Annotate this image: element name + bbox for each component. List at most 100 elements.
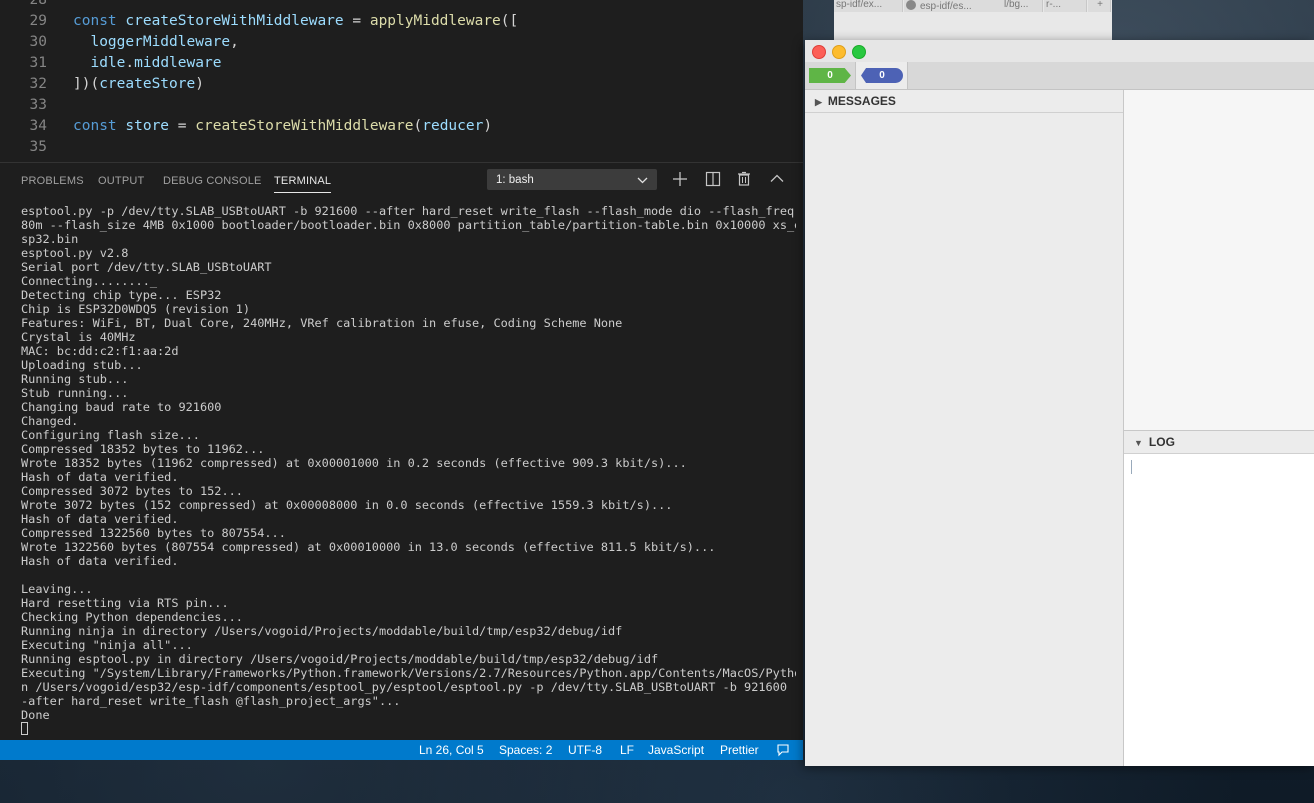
add-terminal-icon[interactable] bbox=[669, 168, 691, 190]
terminal-line: Running esptool.py in directory /Users/v… bbox=[21, 652, 659, 666]
cursor-position[interactable]: Ln 26, Col 5 bbox=[419, 740, 484, 760]
line-number: 29 bbox=[29, 13, 47, 29]
terminal-line: MAC: bc:dd:c2:f1:aa:2d bbox=[21, 344, 179, 358]
terminal-line: Crystal is 40MHz bbox=[21, 330, 136, 344]
new-tab-button[interactable]: + bbox=[1088, 0, 1111, 12]
terminal-line: Changed. bbox=[21, 414, 79, 428]
terminal-prompt[interactable] bbox=[21, 722, 796, 736]
terminal-line: Done bbox=[21, 708, 50, 722]
message-count-badge[interactable]: 0 bbox=[861, 68, 903, 83]
code-text: const store = createStoreWithMiddleware(… bbox=[73, 118, 493, 134]
terminal-line: Configuring flash size... bbox=[21, 428, 200, 442]
terminal-line: Executing "/System/Library/Frameworks/Py… bbox=[21, 666, 796, 680]
disclosure-down-icon: ▼ bbox=[1134, 438, 1143, 448]
terminal-line: Executing "ninja all"... bbox=[21, 638, 193, 652]
text-caret bbox=[1131, 460, 1132, 474]
terminal-selector-value: 1: bash bbox=[496, 174, 534, 186]
terminal-line: Compressed 1322560 bytes to 807554... bbox=[21, 526, 286, 540]
tab-debug-console[interactable]: DEBUG CONSOLE bbox=[163, 163, 262, 199]
terminal-line: Compressed 3072 bytes to 152... bbox=[21, 484, 243, 498]
tab-output[interactable]: OUTPUT bbox=[98, 163, 144, 199]
terminal-line: esptool.py v2.8 bbox=[21, 246, 129, 260]
terminal-line: Hash of data verified. bbox=[21, 470, 179, 484]
terminal-line: Hash of data verified. bbox=[21, 512, 179, 526]
tab-problems[interactable]: PROBLEMS bbox=[21, 163, 84, 199]
background-tab[interactable]: r-... bbox=[1044, 0, 1087, 12]
background-window-tabs: sp-idf/ex... esp-idf/es... l/bg... r-...… bbox=[834, 0, 1112, 40]
terminal-cursor bbox=[21, 722, 28, 735]
terminal-line: Features: WiFi, BT, Dual Core, 240MHz, V… bbox=[21, 316, 623, 330]
minimize-button[interactable] bbox=[832, 45, 846, 59]
code-text: loggerMiddleware, bbox=[90, 34, 239, 50]
terminal-line: Leaving... bbox=[21, 582, 93, 596]
code-editor[interactable]: 28 29 const createStoreWithMiddleware = ap… bbox=[0, 0, 803, 162]
background-tab[interactable]: l/bg... bbox=[1002, 0, 1043, 12]
prettier-status[interactable]: Prettier bbox=[720, 740, 759, 760]
eol-setting[interactable]: LF bbox=[620, 740, 634, 760]
terminal-line: Running ninja in directory /Users/vogoid… bbox=[21, 624, 623, 638]
terminal-line: Hash of data verified. bbox=[21, 554, 179, 568]
code-text: const createStoreWithMiddleware = applyM… bbox=[73, 13, 519, 29]
terminal-line: Checking Python dependencies... bbox=[21, 610, 243, 624]
terminal-line: Serial port /dev/tty.SLAB_USBtoUART bbox=[21, 260, 272, 274]
terminal-line: Wrote 1322560 bytes (807554 compressed) … bbox=[21, 540, 716, 554]
terminal-output[interactable]: esptool.py -p /dev/tty.SLAB_USBtoUART -b… bbox=[21, 204, 796, 740]
terminal-line: esptool.py -p /dev/tty.SLAB_USBtoUART -b… bbox=[21, 204, 795, 218]
chevron-up-icon[interactable] bbox=[766, 168, 788, 190]
zoom-button[interactable] bbox=[852, 45, 866, 59]
terminal-line: Wrote 3072 bytes (152 compressed) at 0x0… bbox=[21, 498, 673, 512]
debugger-window: 0 0 ▶ MESSAGES ▼ LOG bbox=[805, 40, 1314, 766]
debugger-titlebar bbox=[805, 40, 1314, 62]
background-tab-label: esp-idf/es... bbox=[920, 1, 972, 12]
log-label: LOG bbox=[1148, 435, 1175, 449]
line-number: 32 bbox=[29, 76, 47, 92]
encoding-setting[interactable]: UTF-8 bbox=[568, 740, 602, 760]
terminal-line: Compressed 18352 bytes to 11962... bbox=[21, 442, 265, 456]
line-number: 33 bbox=[29, 97, 47, 113]
terminal-line: sp32.bin bbox=[21, 232, 79, 246]
terminal-line: -after hard_reset write_flash @flash_pro… bbox=[21, 694, 401, 708]
editor-window: 28 29 const createStoreWithMiddleware = ap… bbox=[0, 0, 803, 760]
messages-pane: ▶ MESSAGES bbox=[805, 90, 1124, 766]
log-header[interactable]: ▼ LOG bbox=[1124, 431, 1314, 454]
debugger-toolbar: 0 0 bbox=[805, 62, 1314, 90]
terminal-line: Connecting........_ bbox=[21, 274, 158, 288]
terminal-line: Running stub... bbox=[21, 372, 129, 386]
feedback-icon[interactable] bbox=[776, 743, 790, 763]
terminal-line: Wrote 18352 bytes (11962 compressed) at … bbox=[21, 456, 687, 470]
terminal-line: 80m --flash_size 4MB 0x1000 bootloader/b… bbox=[21, 218, 796, 232]
terminal-selector[interactable]: 1: bash bbox=[487, 169, 657, 190]
log-area[interactable] bbox=[1124, 454, 1314, 766]
messages-header[interactable]: ▶ MESSAGES bbox=[805, 90, 1123, 113]
trash-icon[interactable] bbox=[733, 168, 755, 190]
close-button[interactable] bbox=[812, 45, 826, 59]
github-icon bbox=[906, 0, 916, 10]
code-text: ])(createStore) bbox=[73, 76, 204, 92]
chevron-down-icon bbox=[637, 170, 648, 199]
background-tab[interactable]: esp-idf/es... bbox=[904, 0, 1003, 12]
terminal-line: Chip is ESP32D0WDQ5 (revision 1) bbox=[21, 302, 251, 316]
terminal-line: Stub running... bbox=[21, 386, 129, 400]
background-tab[interactable]: sp-idf/ex... bbox=[834, 0, 903, 12]
terminal-line: Hard resetting via RTS pin... bbox=[21, 596, 229, 610]
terminal-line: Changing baud rate to 921600 bbox=[21, 400, 222, 414]
line-number: 35 bbox=[29, 139, 47, 155]
line-number: 34 bbox=[29, 118, 47, 134]
line-number: 31 bbox=[29, 55, 47, 71]
code-text: idle.middleware bbox=[90, 55, 222, 71]
terminal-line: n /Users/vogoid/esp32/esp-idf/components… bbox=[21, 680, 796, 694]
terminal-line: Detecting chip type... ESP32 bbox=[21, 288, 222, 302]
inspector-pane bbox=[1124, 90, 1314, 431]
error-count-badge[interactable]: 0 bbox=[809, 68, 851, 83]
indentation-setting[interactable]: Spaces: 2 bbox=[499, 740, 552, 760]
disclosure-right-icon: ▶ bbox=[815, 97, 822, 107]
split-terminal-icon[interactable] bbox=[702, 168, 724, 190]
line-number: 30 bbox=[29, 34, 47, 50]
status-bar: Ln 26, Col 5 Spaces: 2 UTF-8 LF JavaScri… bbox=[0, 740, 803, 760]
terminal-line: Uploading stub... bbox=[21, 358, 143, 372]
line-number: 28 bbox=[29, 0, 47, 8]
tab-terminal[interactable]: TERMINAL bbox=[274, 163, 332, 199]
language-mode[interactable]: JavaScript bbox=[648, 740, 704, 760]
messages-label: MESSAGES bbox=[827, 94, 896, 108]
